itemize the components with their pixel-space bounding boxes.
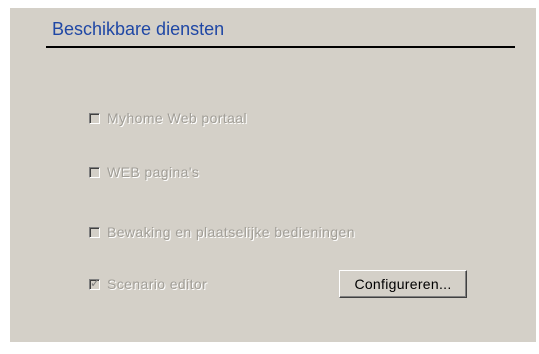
option-scenario-editor[interactable]: ✓ Scenario editor [89,276,207,292]
web-paginas-checkbox[interactable] [89,166,100,178]
myhome-web-portaal-checkbox[interactable] [89,112,100,124]
scenario-editor-label: Scenario editor [107,276,208,292]
option-myhome-web-portaal[interactable]: Myhome Web portaal [89,110,247,126]
title-divider [46,46,515,48]
section-title: Beschikbare diensten [52,19,225,39]
option-web-paginas[interactable]: WEB pagina's [89,164,199,180]
option-bewaking[interactable]: Bewaking en plaatselijke bedieningen [89,224,355,240]
bewaking-label: Bewaking en plaatselijke bedieningen [107,224,355,240]
checkmark-icon: ✓ [90,275,101,290]
configure-button[interactable]: Configureren... [339,270,467,298]
scenario-editor-checkbox[interactable]: ✓ [89,275,101,290]
web-paginas-label: WEB pagina's [107,164,200,180]
bewaking-checkbox[interactable] [89,226,100,238]
myhome-web-portaal-label: Myhome Web portaal [107,110,248,126]
